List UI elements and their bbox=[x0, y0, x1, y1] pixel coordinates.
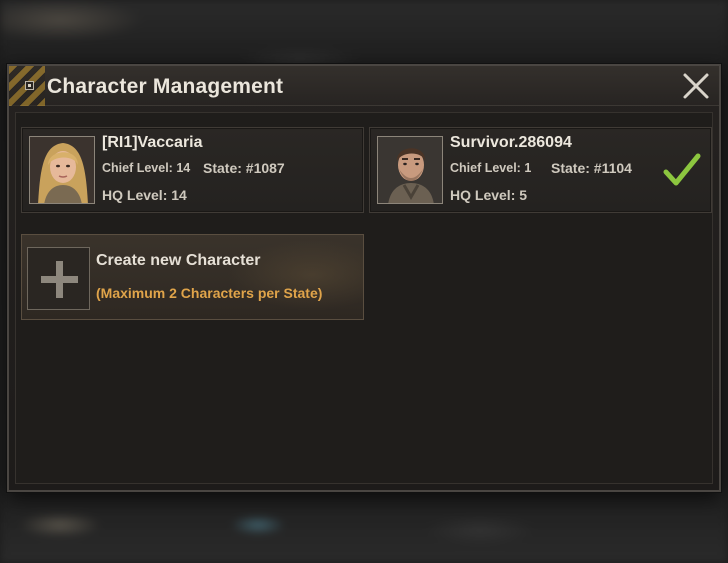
checkmark-icon bbox=[663, 153, 701, 186]
character-card[interactable]: [RI1]Vaccaria Chief Level: 14 State: #10… bbox=[21, 127, 364, 213]
dialog-content: [RI1]Vaccaria Chief Level: 14 State: #10… bbox=[15, 112, 713, 484]
dialog-title: Character Management bbox=[47, 75, 284, 98]
female-portrait-avatar bbox=[29, 136, 95, 204]
character-name: [RI1]Vaccaria bbox=[102, 134, 203, 151]
character-name: Survivor.286094 bbox=[450, 134, 572, 151]
title-bullet-icon bbox=[25, 81, 34, 90]
character-card-active[interactable]: Survivor.286094 Chief Level: 1 State: #1… bbox=[369, 127, 712, 213]
male-portrait-avatar bbox=[377, 136, 443, 204]
plus-icon bbox=[41, 261, 78, 298]
hq-level-label: HQ Level: 14 bbox=[102, 187, 187, 203]
create-new-character-button[interactable]: Create new Character (Maximum 2 Characte… bbox=[21, 234, 364, 320]
create-character-label: Create new Character bbox=[96, 252, 261, 269]
male-portrait-icon bbox=[378, 137, 442, 203]
state-label: State: #1104 bbox=[551, 160, 632, 176]
state-label: State: #1087 bbox=[203, 160, 285, 176]
character-management-dialog: Character Management [RI1]Vaccaria Chief… bbox=[7, 64, 721, 492]
close-button[interactable] bbox=[681, 72, 711, 100]
chief-level-label: Chief Level: 1 bbox=[450, 161, 532, 175]
female-portrait-icon bbox=[30, 137, 94, 203]
close-x-icon bbox=[683, 73, 709, 99]
chief-level-label: Chief Level: 14 bbox=[102, 161, 191, 175]
hq-level-label: HQ Level: 5 bbox=[450, 187, 528, 203]
max-characters-note: (Maximum 2 Characters per State) bbox=[96, 285, 323, 301]
plus-box bbox=[27, 247, 90, 310]
dialog-title-bar: Character Management bbox=[9, 66, 719, 106]
